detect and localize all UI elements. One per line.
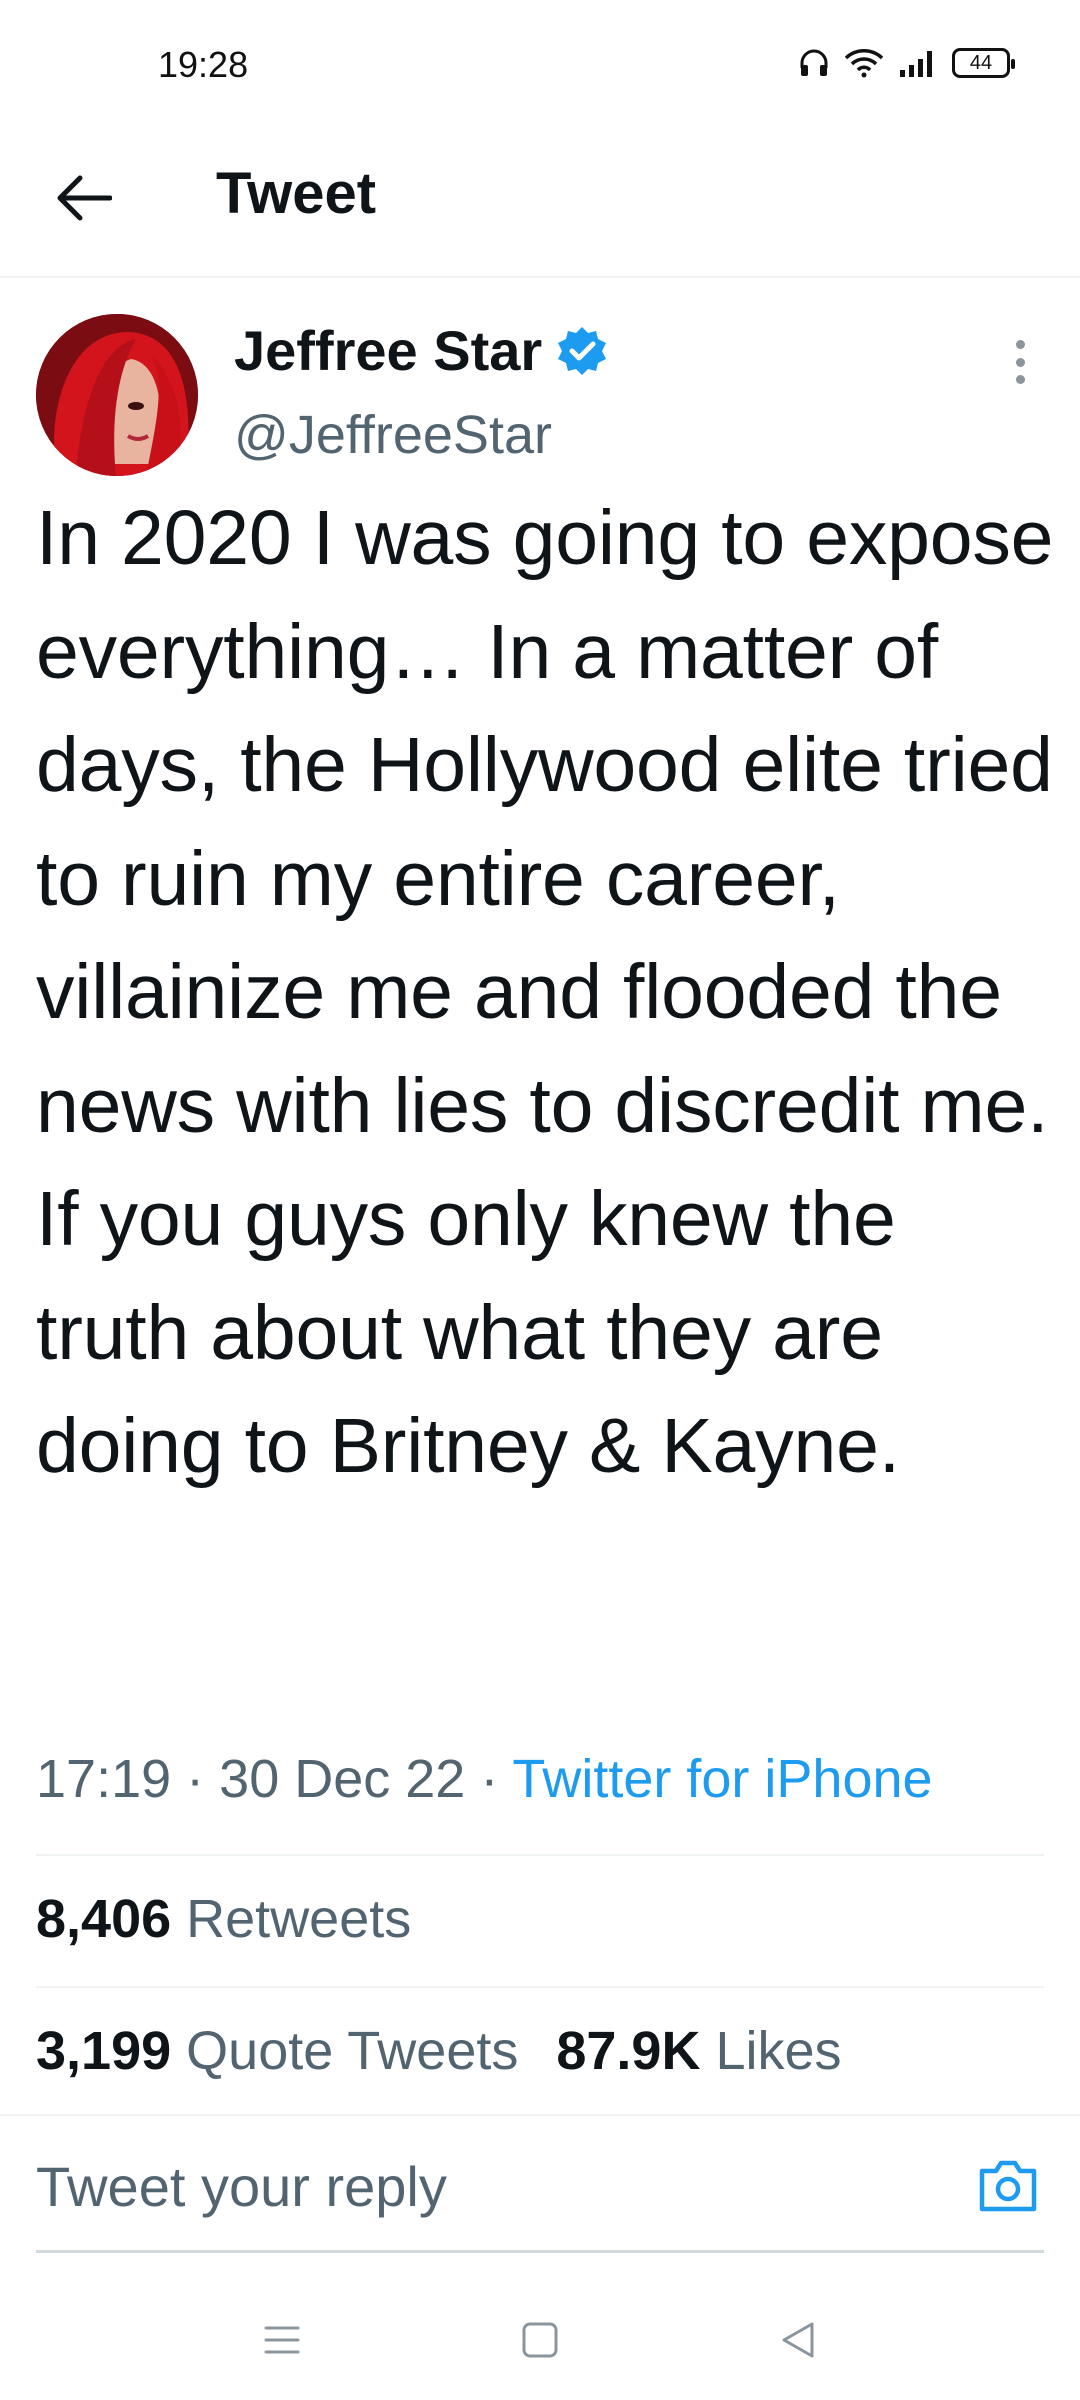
avatar[interactable] <box>36 314 198 476</box>
tweet-date: 30 Dec 22 <box>219 1749 466 1809</box>
likes-stat[interactable]: 87.9K Likes <box>556 2020 841 2082</box>
retweets-label: Retweets <box>186 1889 412 1949</box>
more-dot-icon <box>1015 357 1025 367</box>
retweets-stat[interactable]: 8,406 Retweets <box>36 1888 411 1950</box>
page-title: Tweet <box>216 161 377 226</box>
retweets-row: 8,406 Retweets <box>36 1888 411 1950</box>
verified-badge-icon <box>558 326 607 375</box>
nav-home-button[interactable] <box>510 2310 570 2370</box>
back-button[interactable] <box>48 162 120 234</box>
status-icons: 44 <box>798 48 1015 78</box>
author-name[interactable]: Jeffree Star <box>234 318 542 383</box>
reply-input[interactable] <box>36 2154 936 2219</box>
nav-back-button[interactable] <box>768 2310 828 2370</box>
quotes-likes-row: 3,199 Quote Tweets 87.9K Likes <box>36 2020 842 2082</box>
more-options-button[interactable] <box>1000 334 1040 390</box>
author-handle[interactable]: @JeffreeStar <box>234 404 552 466</box>
quote-tweets-stat[interactable]: 3,199 Quote Tweets <box>36 2020 518 2082</box>
status-time: 19:28 <box>158 44 249 85</box>
tweet-source-link[interactable]: Twitter for iPhone <box>512 1749 932 1809</box>
home-square-icon <box>522 2322 558 2358</box>
back-arrow-icon <box>57 175 112 221</box>
system-nav-bar <box>0 2290 1080 2400</box>
tweet-time: 17:19 <box>36 1749 172 1809</box>
battery-level: 44 <box>969 51 993 74</box>
meta-separator: · <box>186 1749 205 1809</box>
divider <box>36 1854 1044 1856</box>
menu-icon <box>264 2326 300 2354</box>
headset-icon <box>800 49 828 76</box>
camera-icon <box>979 2160 1037 2212</box>
quote-tweets-label: Quote Tweets <box>186 2021 519 2081</box>
signal-icon <box>900 51 932 77</box>
more-dot-icon <box>1015 375 1025 384</box>
top-app-bar: Tweet <box>0 120 1080 278</box>
wifi-icon <box>844 49 884 78</box>
likes-count: 87.9K <box>556 2021 701 2081</box>
nav-menu-button[interactable] <box>252 2310 312 2370</box>
tweet-text: In 2020 I was going to expose everything… <box>36 495 1054 1489</box>
retweets-count: 8,406 <box>36 1889 172 1949</box>
more-dot-icon <box>1015 340 1025 349</box>
reply-underline <box>36 2250 1044 2253</box>
tweet-meta: 17:19 · 30 Dec 22 · Twitter for iPhone <box>36 1748 933 1810</box>
reply-bar <box>0 2114 1080 2253</box>
camera-button[interactable] <box>972 2150 1044 2222</box>
back-triangle-icon <box>782 2322 814 2358</box>
meta-separator: · <box>480 1749 499 1809</box>
status-bar: 19:28 44 <box>0 0 1080 120</box>
divider <box>36 1986 1044 1988</box>
author-name-row[interactable]: Jeffree Star <box>234 318 608 383</box>
battery-icon: 44 <box>952 48 1015 78</box>
likes-label: Likes <box>715 2021 842 2081</box>
quote-tweets-count: 3,199 <box>36 2021 172 2081</box>
